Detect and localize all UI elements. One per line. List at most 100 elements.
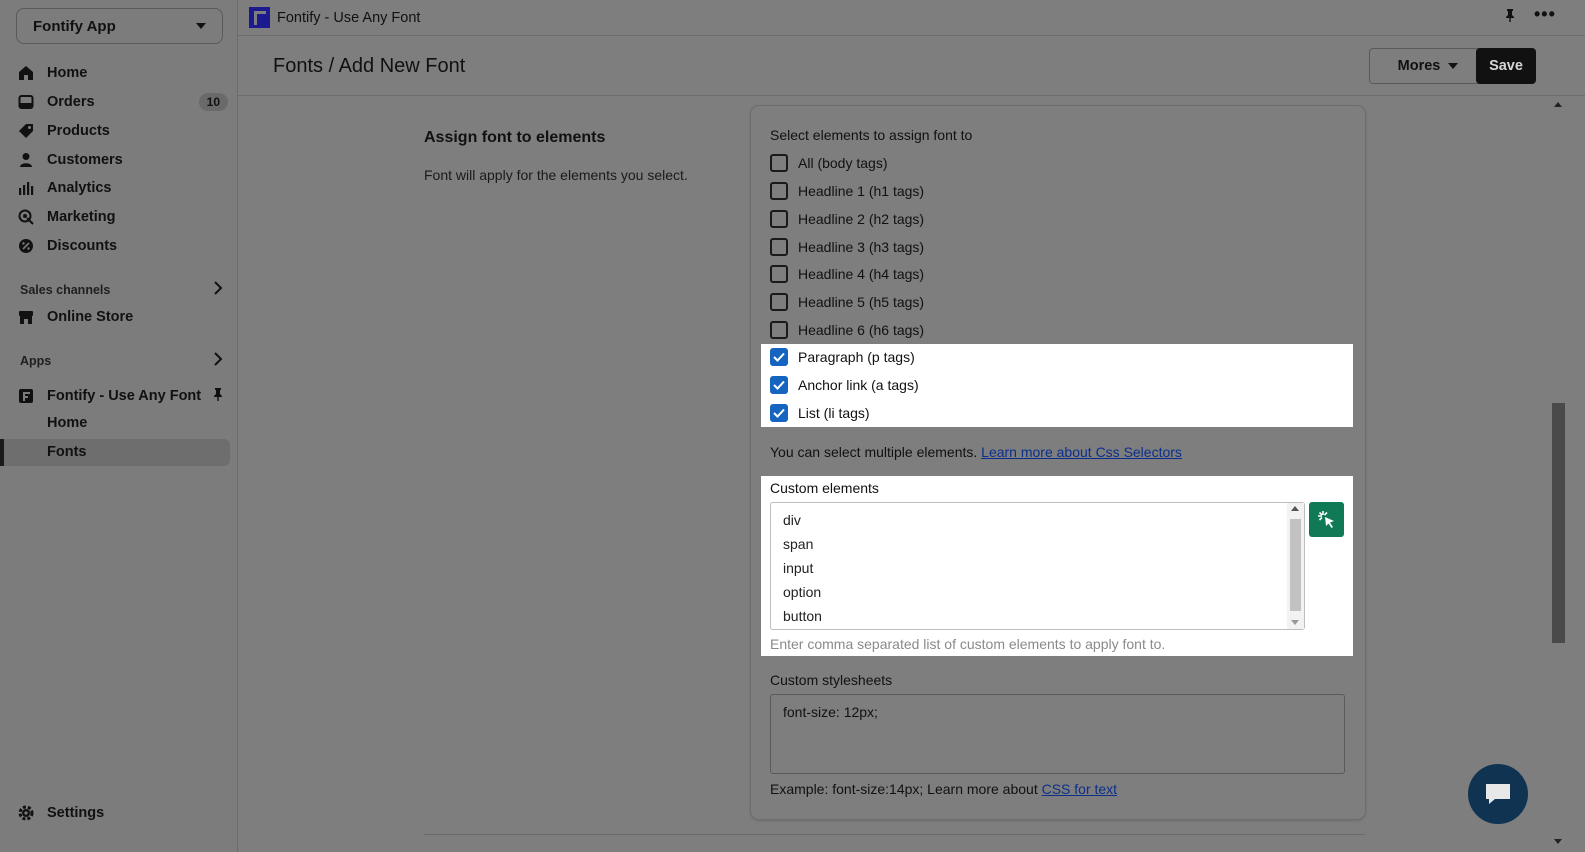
custom-value-line: option (783, 584, 822, 600)
checkbox-label: Headline 5 (h5 tags) (798, 294, 925, 310)
custom-stylesheets-textarea[interactable]: font-size: 12px; (770, 694, 1345, 774)
select-elements-label: Select elements to assign font to (770, 127, 973, 143)
caret-down-icon (1448, 63, 1459, 69)
nav-marketing[interactable]: Marketing (16, 204, 228, 230)
checkbox-box[interactable] (770, 182, 788, 200)
css-for-text-link[interactable]: CSS for text (1042, 781, 1117, 797)
store-selector[interactable]: Fontify App (16, 8, 223, 44)
nav-customers-label: Customers (47, 152, 123, 168)
checkbox-box-checked[interactable] (770, 404, 788, 422)
section-divider (424, 834, 1365, 835)
textarea-scrollbar[interactable] (1287, 503, 1304, 629)
app-topbar: Fontify - Use Any Font ••• (238, 0, 1585, 36)
checkbox-paragraph[interactable]: Paragraph (p tags) (770, 346, 915, 368)
multi-note-text: You can select multiple elements. (770, 444, 978, 460)
save-button[interactable]: Save (1476, 48, 1536, 84)
nav-home[interactable]: Home (16, 60, 228, 86)
scrollbar-thumb[interactable] (1290, 519, 1301, 611)
nav-fontify-home[interactable]: Home (47, 415, 87, 431)
nav-customers[interactable]: Customers (16, 147, 228, 173)
checkbox-box[interactable] (770, 210, 788, 228)
checkmark-icon (773, 408, 785, 418)
stylesheet-example: Example: font-size:14px; Learn more abou… (770, 781, 1117, 797)
caret-down-icon (196, 23, 206, 29)
chevron-right-icon (213, 352, 223, 369)
fontify-logo-icon (249, 7, 270, 28)
checkbox-label: Paragraph (p tags) (798, 349, 915, 365)
nav-fontify-fonts-active[interactable] (0, 439, 230, 466)
fontify-app-icon (16, 386, 36, 406)
checkbox-box[interactable] (770, 321, 788, 339)
more-actions-icon[interactable]: ••• (1534, 4, 1556, 25)
mores-button[interactable]: Mores (1369, 48, 1487, 84)
checkbox-h4[interactable]: Headline 4 (h4 tags) (770, 263, 924, 285)
checkbox-box-checked[interactable] (770, 348, 788, 366)
checkbox-box-checked[interactable] (770, 376, 788, 394)
orders-icon (16, 92, 36, 112)
nav-analytics-label: Analytics (47, 180, 112, 196)
pin-icon[interactable] (212, 387, 224, 405)
nav-discounts[interactable]: Discounts (16, 233, 228, 259)
sidebar: Fontify App Home Orders 10 Products Cust… (0, 0, 238, 852)
tag-icon (16, 121, 36, 141)
bar-chart-icon (16, 178, 36, 198)
nav-fontify-label: Fontify - Use Any Font (47, 388, 202, 404)
page-scrollbar[interactable] (1550, 96, 1567, 852)
nav-home-label: Home (47, 65, 88, 81)
scroll-down-icon[interactable] (1554, 839, 1562, 844)
custom-elements-textarea[interactable]: div span input option button (770, 502, 1305, 630)
checkbox-h1[interactable]: Headline 1 (h1 tags) (770, 180, 924, 202)
example-text: Example: font-size:14px; Learn more abou… (770, 781, 1038, 797)
custom-value-line: button (783, 608, 822, 624)
mores-label: Mores (1397, 58, 1441, 74)
gear-icon (16, 803, 36, 823)
chat-button[interactable] (1468, 764, 1528, 824)
checkbox-h3[interactable]: Headline 3 (h3 tags) (770, 236, 924, 258)
scroll-up-icon[interactable] (1554, 102, 1562, 107)
checkbox-label: Anchor link (a tags) (798, 377, 919, 393)
scroll-down-icon[interactable] (1291, 620, 1299, 625)
checkbox-box[interactable] (770, 265, 788, 283)
checkbox-box[interactable] (770, 293, 788, 311)
app-title: Fontify - Use Any Font (277, 9, 421, 26)
chevron-right-icon (213, 281, 223, 298)
checkbox-box[interactable] (770, 154, 788, 172)
checkbox-label: Headline 4 (h4 tags) (798, 266, 925, 282)
home-icon (16, 63, 36, 83)
element-picker-button[interactable] (1309, 502, 1344, 537)
checkbox-anchor[interactable]: Anchor link (a tags) (770, 374, 919, 396)
nav-analytics[interactable]: Analytics (16, 175, 228, 201)
checkbox-all-body[interactable]: All (body tags) (770, 152, 887, 174)
checkmark-icon (773, 352, 785, 362)
css-selectors-link[interactable]: Learn more about Css Selectors (981, 444, 1182, 460)
nav-settings[interactable]: Settings (16, 800, 228, 826)
checkbox-h5[interactable]: Headline 5 (h5 tags) (770, 291, 924, 313)
checkmark-icon (773, 380, 785, 390)
multi-select-note: You can select multiple elements. Learn … (770, 444, 1182, 460)
nav-products[interactable]: Products (16, 118, 228, 144)
scrollbar-thumb[interactable] (1552, 403, 1565, 643)
sales-channels-header[interactable]: Sales channels (20, 281, 223, 298)
nav-orders-label: Orders (47, 94, 95, 110)
breadcrumb: Fonts / Add New Font (273, 55, 466, 77)
apps-header[interactable]: Apps (20, 352, 223, 369)
scroll-up-icon[interactable] (1291, 506, 1299, 511)
active-indicator (0, 439, 4, 466)
page-header: Fonts / Add New Font Mores Save (238, 36, 1585, 96)
nav-online-store[interactable]: Online Store (16, 304, 228, 330)
custom-value-line: span (783, 536, 814, 552)
nav-orders[interactable]: Orders 10 (16, 89, 228, 115)
checkbox-h6[interactable]: Headline 6 (h6 tags) (770, 319, 924, 341)
checkbox-h2[interactable]: Headline 2 (h2 tags) (770, 208, 924, 230)
store-name: Fontify App (33, 17, 116, 35)
checkbox-list[interactable]: List (li tags) (770, 402, 870, 424)
pin-icon[interactable] (1504, 8, 1516, 26)
apps-label: Apps (20, 353, 52, 368)
target-icon (16, 207, 36, 227)
checkbox-label: All (body tags) (798, 155, 888, 171)
nav-fontify-fonts[interactable]: Fonts (47, 444, 86, 460)
checkbox-box[interactable] (770, 238, 788, 256)
nav-discounts-label: Discounts (47, 238, 118, 254)
nav-fontify-app[interactable]: Fontify - Use Any Font (16, 383, 228, 409)
section-title: Assign font to elements (424, 129, 606, 146)
